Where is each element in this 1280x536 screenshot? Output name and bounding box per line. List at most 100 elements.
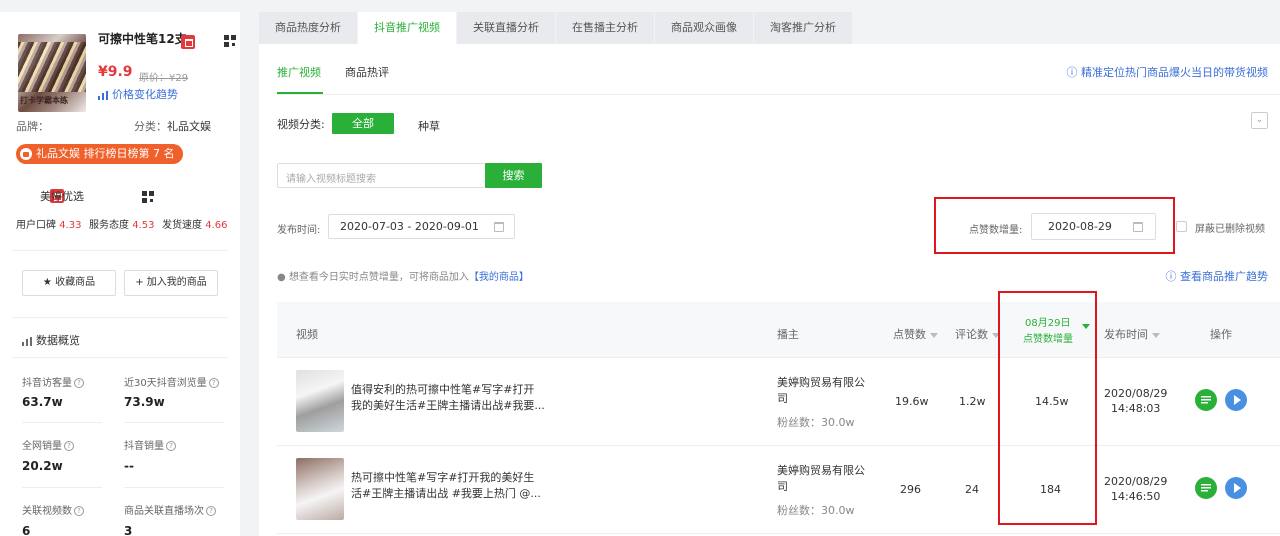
main-content: 推广视频 商品热评 ⓘ 精准定位热门商品爆火当日的带货视频 视频分类: 全部 种… [259,44,1280,536]
play-icon[interactable] [1225,389,1247,411]
col-likes[interactable]: 点赞数 [893,326,938,342]
search-input[interactable]: 请输入视频标题搜索 [277,163,485,188]
likes-increment-label: 点赞数增量: [969,225,1023,236]
my-products-link[interactable]: 【我的商品】 [469,272,529,283]
overview-chart-icon [22,336,32,346]
shop-qrcode-icon[interactable] [142,190,155,203]
highlight-column-box [998,291,1097,525]
qrcode-icon[interactable] [223,34,236,47]
anchor-fans: 粉丝数：30.0w [777,416,855,429]
category-all-button[interactable]: 全部 [332,113,394,134]
divider [277,445,1280,446]
overview-title: 数据概览 [22,332,80,348]
chevron-down-icon: ⌄ [1255,115,1264,125]
help-icon[interactable]: ? [64,441,74,451]
video-title[interactable]: 热可擦中性笔#写字#打开我的美好生 活#王牌主播请出战 #我要上热门 @... [351,470,541,502]
sort-icon [1152,332,1160,338]
divider [12,317,228,318]
publish-datetime: 2020/08/29 14:48:03 [1104,387,1168,415]
product-name: 可擦中性笔12支 [98,32,187,46]
stat-value: 6 [22,524,31,536]
tab-seller-analysis[interactable]: 在售播主分析 [556,12,655,44]
tab-heat-analysis[interactable]: 商品热度分析 [259,12,358,44]
product-price: ¥9.9 [98,64,133,80]
shopping-bag-icon [20,148,32,160]
shop-score-service: 服务态度 4.53 [89,220,155,231]
shop-name[interactable]: 美婷优选 [40,188,84,204]
publish-range-value: 2020-07-03 - 2020-09-01 [340,220,479,233]
subtab-hot-comments[interactable]: 商品热评 [345,64,389,80]
likes-increment-date: 2020-08-29 [1048,220,1112,233]
comments-count: 24 [965,483,979,496]
promo-trend-link[interactable]: ⓘ 查看商品推广趋势 [1166,268,1269,284]
tab-taoke-analysis[interactable]: 淘客推广分析 [754,12,853,44]
stat-value: 63.7w [22,395,63,409]
tab-audience-profile[interactable]: 商品观众画像 [655,12,754,44]
hide-deleted-checkbox[interactable] [1176,221,1187,232]
category-label: 视频分类: [277,118,325,131]
help-icon[interactable]: ? [74,378,84,388]
category-grass-button[interactable]: 种草 [418,118,440,134]
sort-icon [930,332,938,338]
info-icon: ● [277,272,286,283]
help-icon[interactable]: ? [74,506,84,516]
help-circle-icon: ⓘ [1165,270,1177,283]
shop-score-reputation: 用户口碑 4.33 [16,220,82,231]
video-thumbnail[interactable] [296,458,344,520]
likes-increment-date-picker[interactable]: 2020-08-29 [1031,213,1156,240]
details-list-icon[interactable] [1195,389,1217,411]
video-title[interactable]: 值得安利的热可擦中性笔#写字#打开 我的美好生活#王牌主播请出战#我要... [351,382,545,414]
help-icon[interactable]: ? [166,441,176,451]
divider [277,357,1280,358]
divider [124,422,224,423]
tab-douyin-videos[interactable]: 抖音推广视频 [358,12,457,44]
stat-label: 全网销量? [22,437,74,452]
anchor-name-link[interactable]: 美婷购贸易有限公司 [777,375,865,407]
video-thumbnail[interactable] [296,370,344,432]
divider [277,94,1280,95]
shop-score-delivery: 发货速度 4.66 [162,220,228,231]
publish-range-picker[interactable]: 2020-07-03 - 2020-09-01 [328,214,515,239]
stat-value: 73.9w [124,395,165,409]
divider [12,250,228,251]
main-tabs: 商品热度分析 抖音推广视频 关联直播分析 在售播主分析 商品观众画像 淘客推广分… [259,12,1280,44]
publish-time-label: 发布时间: [277,225,321,236]
thumbnail-caption: 打卡学霸本练 [20,96,68,105]
help-circle-icon: ⓘ [1066,66,1078,79]
details-list-icon[interactable] [1195,477,1217,499]
calendar-icon [494,222,504,232]
play-icon[interactable] [1225,477,1247,499]
publish-datetime: 2020/08/29 14:46:50 [1104,475,1168,503]
anchor-fans: 粉丝数：30.0w [777,504,855,517]
favorite-button[interactable]: ★ 收藏商品 [22,270,116,296]
col-comments[interactable]: 评论数 [955,326,1000,342]
help-icon[interactable]: ? [206,506,216,516]
add-my-products-button[interactable]: + 加入我的商品 [124,270,218,296]
bar-chart-icon [98,90,108,100]
anchor-name-link[interactable]: 美婷购贸易有限公司 [777,463,865,495]
col-publish[interactable]: 发布时间 [1104,326,1160,342]
divider [277,533,1280,534]
product-sidebar: 打卡学霸本练 可擦中性笔12支 ¥9.9 原价：¥29 价格变化趋势 品牌： 分… [0,12,240,536]
plus-icon: + [135,277,144,288]
original-price: 原价：¥29 [139,73,189,84]
search-button[interactable]: 搜索 [485,163,542,188]
tab-live-analysis[interactable]: 关联直播分析 [457,12,556,44]
help-icon[interactable]: ? [208,378,219,388]
expand-filter-button[interactable]: ⌄ [1251,112,1268,129]
stat-label: 抖音访客量? [22,374,84,389]
help-top-link[interactable]: ⓘ 精准定位热门商品爆火当日的带货视频 [1067,64,1269,80]
shop-icon[interactable] [181,34,195,49]
price-trend-link[interactable]: 价格变化趋势 [98,86,178,102]
notice-text: ● 想查看今日实时点赞增量，可将商品加入【我的商品】 [277,272,529,283]
stat-label: 商品关联直播场次? [124,502,216,517]
divider [124,487,224,488]
divider [12,357,228,358]
subtab-promo-videos[interactable]: 推广视频 [277,64,321,80]
likes-count: 296 [900,483,921,496]
product-thumbnail[interactable]: 打卡学霸本练 [18,34,86,112]
rank-badge[interactable]: 礼品文娱 排行榜日榜第 7 名 [16,144,183,164]
search-placeholder: 请输入视频标题搜索 [286,174,376,185]
star-icon: ★ [42,277,52,288]
stat-label: 近30天抖音浏览量? [124,374,219,389]
